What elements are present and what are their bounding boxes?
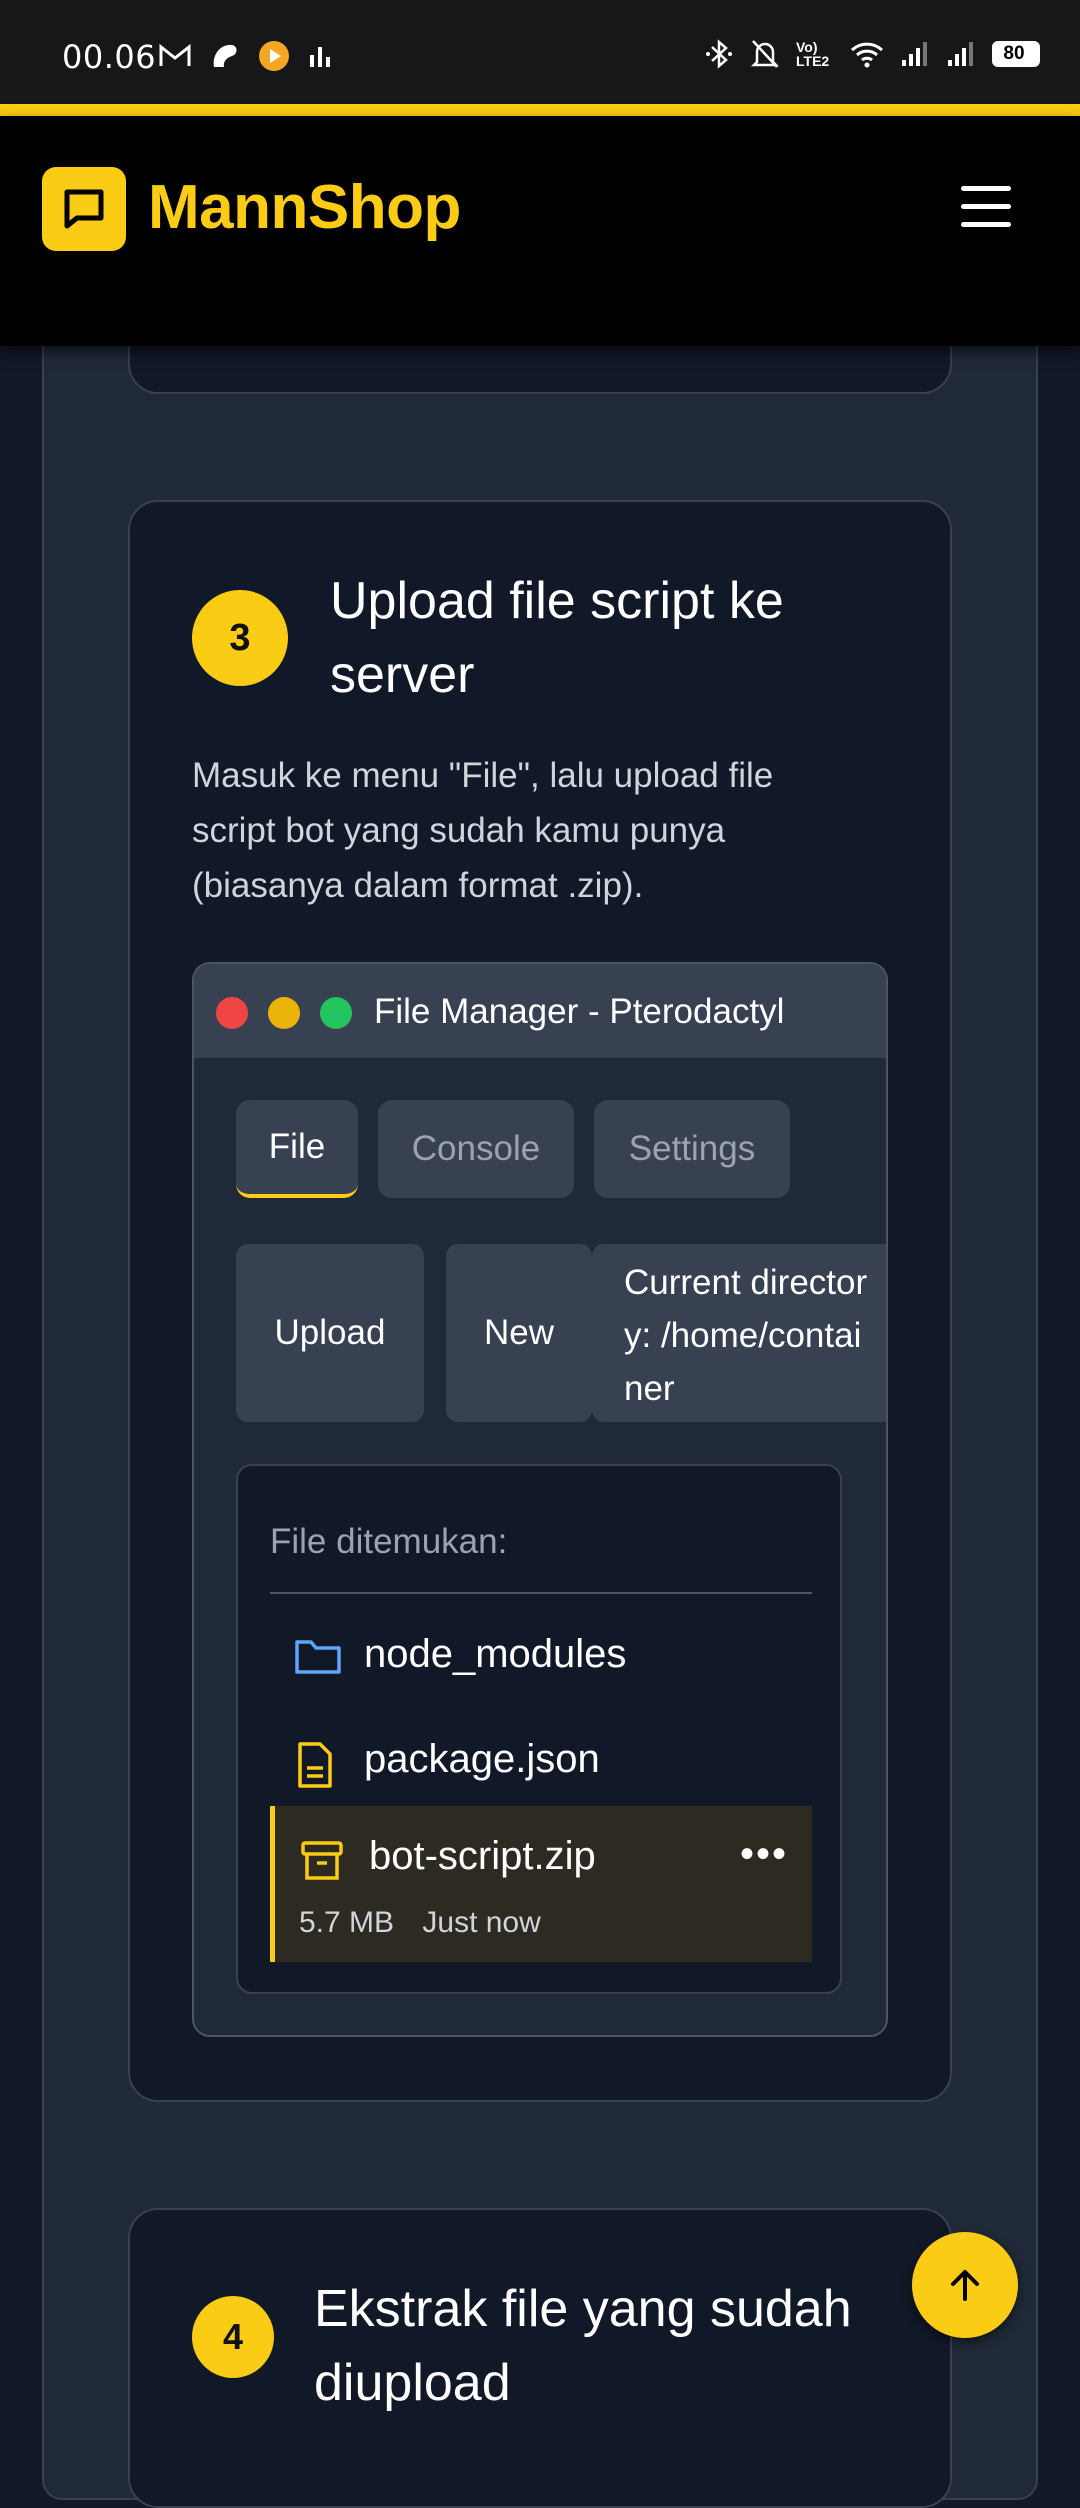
notification-icons [158, 40, 332, 72]
gmail-icon [159, 43, 191, 66]
mute-icon [750, 40, 780, 68]
scroll-to-top-button[interactable] [912, 2232, 1018, 2338]
directory-path: Current directory: /home/container [624, 1263, 868, 1408]
signal-icon [948, 42, 973, 66]
app-icon [213, 44, 237, 67]
file-size: 5.7 MB [299, 1906, 395, 1939]
step-description: Masuk ke menu "File", lalu upload file s… [192, 756, 774, 905]
step-number: 4 [192, 2296, 274, 2378]
battery-level: 80 [1003, 43, 1025, 64]
status-bar: 00.06 Vo) LTE2 80 [0, 0, 1080, 106]
clock: 00.06 [62, 38, 157, 76]
current-directory: Current directory: /home/container [592, 1244, 886, 1422]
step-title: Ekstrak file yang sudah diupload [314, 2280, 852, 2412]
arrow-up-icon [951, 2270, 979, 2301]
more-options-icon[interactable]: ••• [740, 1832, 788, 1877]
maximize-dot [320, 997, 352, 1029]
upload-button[interactable]: Upload [236, 1244, 424, 1422]
wifi-icon [850, 42, 884, 68]
minimize-dot [268, 997, 300, 1029]
file-manager-window: File Manager - Pterodactyl File Console … [192, 962, 888, 2037]
tab-file[interactable]: File [236, 1100, 358, 1198]
signal-icon [902, 42, 927, 66]
close-dot [216, 997, 248, 1029]
new-button[interactable]: New [446, 1244, 592, 1422]
file-list: File ditemukan: node_modules package.jso… [236, 1464, 842, 1994]
step-title: Upload file script ke server [330, 572, 784, 704]
bluetooth-icon [706, 39, 732, 69]
volte-icon: Vo) LTE2 [796, 39, 830, 69]
window-title: File Manager - Pterodactyl [374, 992, 785, 1031]
brand-name[interactable]: MannShop [148, 172, 461, 243]
tab-console[interactable]: Console [378, 1100, 574, 1198]
step-number: 3 [192, 590, 288, 686]
archive-icon [301, 1841, 343, 1880]
system-icons: Vo) LTE2 80 [704, 38, 1040, 70]
list-item[interactable]: package.json [270, 1711, 812, 1811]
accent-line [0, 104, 1080, 116]
app-header: MannShop [0, 116, 1080, 346]
folder-icon [295, 1640, 341, 1674]
file-name: package.json [364, 1737, 600, 1781]
hamburger-icon[interactable] [956, 186, 1016, 236]
list-item-selected[interactable]: bot-script.zip ••• 5.7 MB Just now [270, 1806, 812, 1962]
file-icon [298, 1742, 332, 1788]
file-name: bot-script.zip [369, 1834, 596, 1878]
divider [270, 1592, 812, 1594]
list-item[interactable]: node_modules [270, 1606, 812, 1706]
file-time: Just now [422, 1906, 541, 1939]
window-titlebar: File Manager - Pterodactyl [194, 964, 886, 1058]
chat-icon [64, 189, 104, 229]
file-meta: 5.7 MB Just now [299, 1906, 561, 1940]
tab-settings[interactable]: Settings [594, 1100, 790, 1198]
battery-icon: 80 [992, 41, 1040, 67]
file-list-label: File ditemukan: [270, 1522, 508, 1561]
logo[interactable] [42, 167, 126, 251]
media-icon [259, 41, 289, 71]
equalizer-icon [310, 47, 330, 67]
file-name: node_modules [364, 1632, 627, 1676]
